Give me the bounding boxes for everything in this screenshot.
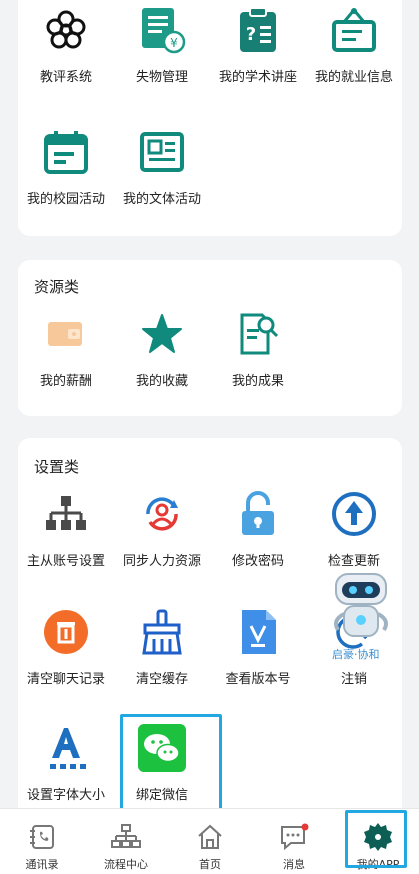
tab-label: 消息 [283,858,305,871]
item-label: 我的成果 [231,374,284,389]
flow-icon [110,821,142,853]
calendar-icon [42,128,90,176]
item-label: 我的文体活动 [122,192,201,207]
app-sports-culture[interactable]: 我的文体活动 [114,128,210,207]
file-v-icon [234,608,282,656]
flower-icon [42,6,90,54]
set-password[interactable]: 修改密码 [210,490,306,569]
set-check-update[interactable]: 检查更新 [306,490,402,569]
clipboard-icon: ? [234,6,282,54]
message-icon [278,821,310,853]
tab-contacts[interactable]: 通讯录 [0,809,84,874]
assistant-caption: 启豪·协和 [332,648,380,661]
tab-label: 流程中心 [104,858,148,871]
tab-label: 通讯录 [25,858,59,871]
wechat-highlight [120,714,222,816]
home-icon [194,821,226,853]
receipt-icon: ¥ [138,6,186,54]
section-title: 设置类 [34,458,80,476]
apps-card: 教评系统 ¥ 失物管理 ? 我的学术讲座 我的就业信息 我的校园活动 我的文体活… [18,0,402,236]
app-lost-found[interactable]: ¥ 失物管理 [114,6,210,85]
tab-messages[interactable]: 消息 [252,809,336,874]
item-label: 同步人力资源 [122,554,201,569]
news-icon [138,128,186,176]
set-sync-hr[interactable]: 同步人力资源 [114,490,210,569]
app-teaching-eval[interactable]: 教评系统 [18,6,114,85]
item-label: 清空聊天记录 [26,672,105,687]
res-favorites[interactable]: 我的收藏 [114,310,210,389]
item-label: 修改密码 [231,554,284,569]
lock-icon [234,490,282,538]
item-label: 我的就业信息 [314,70,393,85]
item-label: 主从账号设置 [26,554,105,569]
item-label: 教评系统 [39,70,92,85]
star-icon [138,310,186,358]
sync-user-icon [138,490,186,538]
document-search-icon [234,310,282,358]
set-clear-cache[interactable]: 清空缓存 [114,608,210,687]
item-label: 失物管理 [135,70,188,85]
app-lectures[interactable]: ? 我的学术讲座 [210,6,306,85]
res-achievements[interactable]: 我的成果 [210,310,306,389]
app-campus-activity[interactable]: 我的校园活动 [18,128,114,207]
upload-icon [330,490,378,538]
wallet-icon [42,310,90,358]
svg-text:¥: ¥ [170,36,178,50]
app-employment[interactable]: 我的就业信息 [306,6,402,85]
item-label: 我的校园活动 [26,192,105,207]
hierarchy-icon [42,490,90,538]
set-clear-chat[interactable]: 清空聊天记录 [18,608,114,687]
signboard-icon [330,6,378,54]
tab-home[interactable]: 首页 [168,809,252,874]
resources-card: 资源类 我的薪酬 我的收藏 我的成果 [18,260,402,416]
item-label: 设置字体大小 [26,788,105,803]
svg-text:?: ? [246,24,256,45]
item-label: 我的收藏 [135,374,188,389]
set-account[interactable]: 主从账号设置 [18,490,114,569]
contacts-icon [26,821,58,853]
res-salary[interactable]: 我的薪酬 [18,310,114,389]
tab-label: 首页 [199,858,221,871]
tab-flow[interactable]: 流程中心 [84,809,168,874]
font-size-icon [42,724,90,772]
item-label: 查看版本号 [225,672,291,687]
item-label: 检查更新 [327,554,380,569]
broom-icon [138,608,186,656]
section-title: 资源类 [34,278,80,296]
set-version[interactable]: 查看版本号 [210,608,306,687]
item-label: 清空缓存 [135,672,188,687]
assistant-robot[interactable]: 启豪·协和 [326,572,396,662]
trash-icon [42,608,90,656]
my-app-highlight [345,810,407,868]
set-font-size[interactable]: 设置字体大小 [18,724,114,803]
item-label: 注销 [340,672,367,687]
item-label: 我的薪酬 [39,374,92,389]
item-label: 我的学术讲座 [218,70,297,85]
